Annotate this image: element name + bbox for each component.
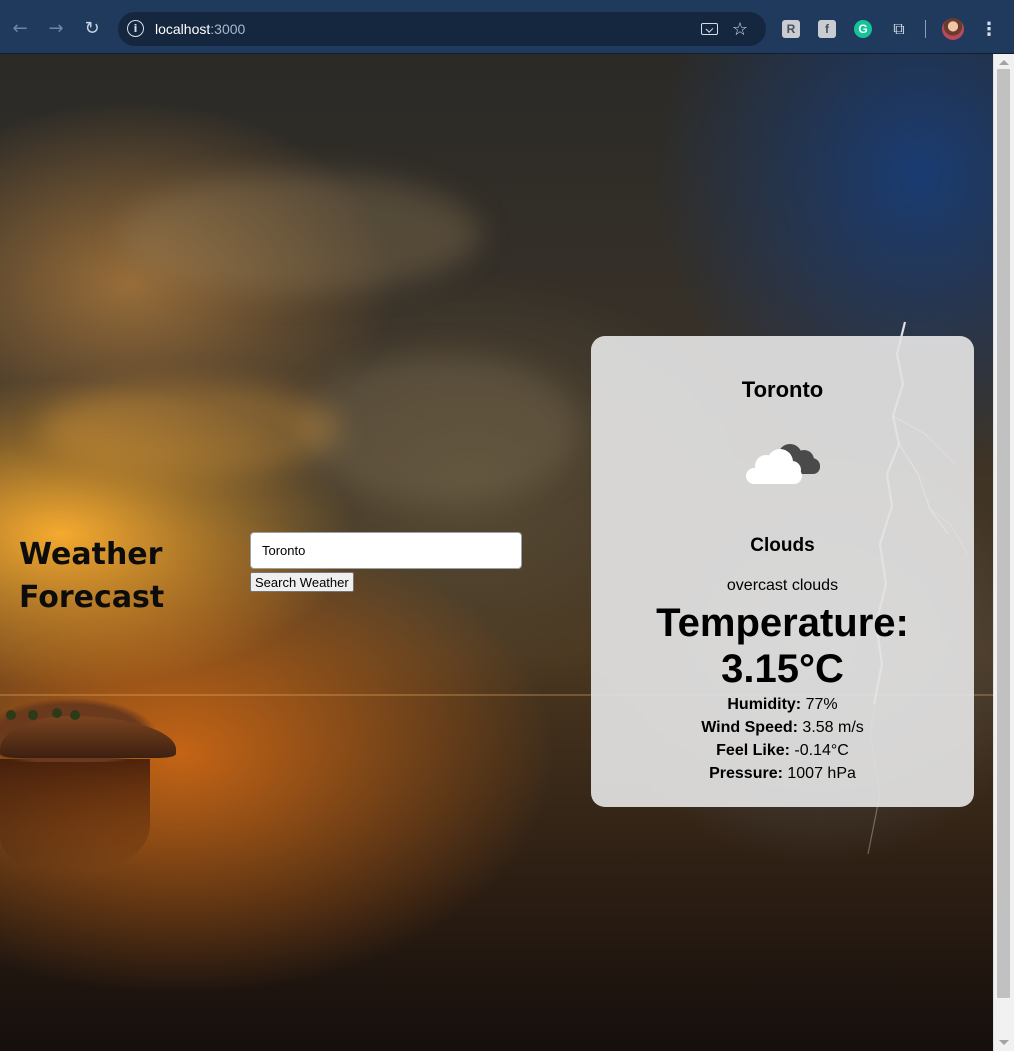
info-icon[interactable]: i (127, 20, 144, 37)
kebab-icon[interactable]: ⋮ (980, 17, 998, 41)
search-weather-button[interactable]: Search Weather (250, 572, 354, 592)
wind-speed-row: Wind Speed: 3.58 m/s (591, 716, 974, 739)
page-title-line2: Forecast (19, 580, 165, 615)
profile-avatar[interactable] (942, 18, 964, 40)
back-icon[interactable]: ← (7, 15, 33, 41)
weather-main: Clouds (750, 535, 815, 556)
overcast-clouds-icon (746, 444, 820, 484)
island-reflection (0, 759, 150, 869)
sunset-glow (40, 384, 340, 474)
address-bar[interactable]: i localhost:3000 ☆ (118, 12, 766, 46)
scroll-up-arrow-icon[interactable] (999, 60, 1009, 65)
page-title-line1: Weather (19, 537, 163, 572)
toolbar-divider (925, 20, 926, 38)
weather-stats: Humidity: 77% Wind Speed: 3.58 m/s Feel … (591, 693, 974, 785)
url-text[interactable]: localhost:3000 (155, 21, 245, 37)
feels-like-value: -0.14°C (794, 742, 849, 759)
storm-cloud (120, 174, 480, 294)
scroll-down-arrow-icon[interactable] (999, 1040, 1009, 1045)
temperature: Temperature: 3.15°C (591, 600, 974, 692)
temperature-label: Temperature: (656, 601, 909, 645)
feels-like-label: Feel Like: (716, 742, 790, 759)
pressure-label: Pressure: (709, 765, 783, 782)
star-icon[interactable]: ☆ (730, 19, 750, 40)
weather-card: Toronto Clouds overcast clouds Temperatu… (591, 336, 974, 807)
wind-speed-label: Wind Speed: (701, 719, 798, 736)
city-search-input[interactable] (250, 532, 522, 569)
url-host: localhost (155, 21, 211, 37)
extension-f-icon[interactable]: f (818, 20, 836, 38)
browser-toolbar: ← → ↻ i localhost:3000 ☆ R f G ⧉ ⋮ (0, 0, 1014, 54)
storm-cloud (300, 354, 580, 504)
feels-like-row: Feel Like: -0.14°C (591, 739, 974, 762)
humidity-label: Humidity: (727, 696, 802, 713)
page-title: Weather Forecast (19, 533, 219, 619)
humidity-row: Humidity: 77% (591, 693, 974, 716)
extension-r-icon[interactable]: R (782, 20, 800, 38)
wind-speed-value: 3.58 m/s (802, 719, 864, 736)
url-port: :3000 (210, 21, 246, 37)
extensions-puzzle-icon[interactable]: ⧉ (890, 19, 908, 38)
reload-icon[interactable]: ↻ (79, 15, 105, 41)
scrollbar-thumb[interactable] (997, 69, 1010, 998)
install-app-icon[interactable] (699, 20, 719, 38)
pressure-row: Pressure: 1007 hPa (591, 762, 974, 785)
island-image (0, 682, 176, 762)
pressure-value: 1007 hPa (787, 765, 856, 782)
page-viewport: Weather Forecast Search Weather Toronto … (0, 54, 993, 1051)
weather-description: overcast clouds (726, 577, 839, 594)
extension-grammarly-icon[interactable]: G (854, 20, 872, 38)
city-name: Toronto (741, 377, 824, 402)
temperature-value: 3.15°C (721, 647, 844, 691)
humidity-value: 77% (805, 696, 838, 713)
forward-icon[interactable]: → (43, 15, 69, 41)
vertical-scrollbar[interactable] (993, 54, 1014, 1051)
